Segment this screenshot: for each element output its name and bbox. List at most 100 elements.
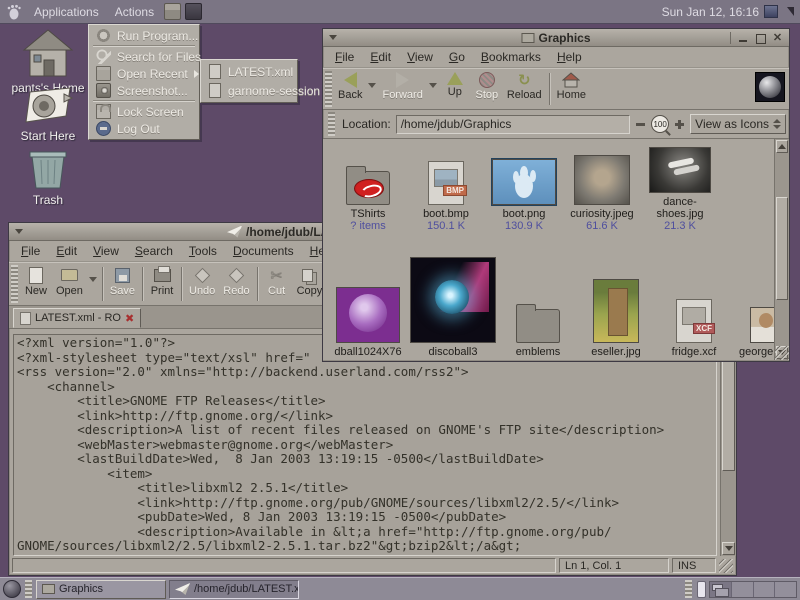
clock-applet-icon[interactable]: [764, 5, 778, 18]
location-input[interactable]: /home/jdub/Graphics: [396, 115, 630, 134]
file-item-fridge[interactable]: XCF fridge.xcf: [655, 299, 733, 358]
cut-button[interactable]: ✂Cut: [261, 263, 293, 299]
applications-menu[interactable]: Applications: [26, 3, 107, 21]
file-view[interactable]: TShirts ? items BMP boot.bmp 150.1 K boo…: [323, 139, 789, 360]
insert-mode: INS: [672, 558, 716, 573]
screenshot-launcher-icon[interactable]: [185, 3, 202, 20]
desktop-icon-trash[interactable]: Trash: [0, 148, 96, 207]
stop-button[interactable]: Stop: [471, 69, 503, 103]
up-button[interactable]: Up: [439, 69, 471, 100]
forward-button[interactable]: Forward: [378, 69, 426, 103]
zoom-in-button[interactable]: [674, 119, 685, 130]
new-button[interactable]: New: [20, 263, 52, 299]
actions-menu[interactable]: Actions: [107, 3, 162, 21]
clock[interactable]: Sun Jan 12, 16:16: [662, 5, 759, 19]
menu-documents[interactable]: Documents: [225, 242, 302, 260]
menu-item-open-recent[interactable]: Open Recent: [91, 65, 197, 82]
forward-dropdown-arrow[interactable]: [429, 83, 437, 88]
editor-scrollbar[interactable]: [720, 334, 736, 556]
file-item-curiosity[interactable]: curiosity.jpeg 61.6 K: [563, 155, 641, 232]
open-dropdown-arrow[interactable]: [89, 277, 97, 282]
view-as-stepper-icon[interactable]: [773, 119, 781, 129]
task-button-gedit[interactable]: /home/jdub/LATEST.xml: [169, 580, 299, 599]
zoom-out-button[interactable]: [635, 119, 646, 130]
tasklist-handle[interactable]: [25, 580, 32, 598]
file-item-boot-png[interactable]: boot.png 130.9 K: [485, 159, 563, 232]
text-area[interactable]: <?xml version="1.0"?> <?xml-stylesheet t…: [13, 334, 717, 556]
task-button-graphics[interactable]: Graphics: [36, 580, 166, 599]
back-button[interactable]: Back: [334, 69, 366, 103]
menu-tools[interactable]: Tools: [181, 242, 225, 260]
close-button[interactable]: ✕: [771, 32, 784, 44]
back-dropdown-arrow[interactable]: [368, 83, 376, 88]
menu-file[interactable]: File: [327, 48, 362, 66]
file-item-dball[interactable]: dball1024X76: [329, 287, 407, 358]
workspace-3[interactable]: [754, 582, 776, 597]
toolbar-handle[interactable]: [325, 71, 332, 107]
file-item-tshirts[interactable]: TShirts ? items: [329, 171, 407, 232]
menu-go[interactable]: Go: [441, 48, 473, 66]
top-panel: Applications Actions Sun Jan 12, 16:16: [0, 0, 800, 24]
workspace-4[interactable]: [775, 582, 796, 597]
pager-handle[interactable]: [685, 580, 692, 598]
menu-edit[interactable]: Edit: [48, 242, 85, 260]
submenu-item-garnome-session[interactable]: garnome-session: [203, 81, 295, 100]
open-recent-submenu: LATEST.xml garnome-session: [200, 59, 298, 103]
menu-file[interactable]: File: [13, 242, 48, 260]
file-item-discoball3[interactable]: discoball3: [407, 257, 499, 358]
window-menu-button[interactable]: [12, 226, 25, 238]
desktop-icon-home[interactable]: pants's Home: [0, 28, 96, 95]
menu-help[interactable]: Help: [549, 48, 590, 66]
save-button[interactable]: Save: [106, 263, 139, 299]
open-button[interactable]: Open: [52, 263, 87, 299]
file-item-eseller[interactable]: eseller.jpg: [577, 279, 655, 358]
menu-search[interactable]: Search: [127, 242, 181, 260]
file-item-boot-bmp[interactable]: BMP boot.bmp 150.1 K: [407, 161, 485, 232]
tab-close-icon[interactable]: ✖: [125, 312, 134, 325]
resize-grip[interactable]: [719, 559, 733, 573]
home-launcher-icon[interactable]: [164, 3, 181, 20]
submenu-item-latest-xml[interactable]: LATEST.xml: [203, 62, 295, 81]
toolbar-handle[interactable]: [11, 265, 18, 303]
undo-button[interactable]: Undo: [185, 263, 219, 299]
menu-item-lock-screen[interactable]: Lock Screen: [91, 103, 197, 120]
redo-button[interactable]: Redo: [219, 263, 253, 299]
run-program-icon: [96, 28, 111, 43]
scrollbar-thumb[interactable]: [722, 349, 735, 471]
file-item-emblems[interactable]: emblems: [499, 309, 577, 358]
scrollbar-thumb[interactable]: [776, 197, 788, 300]
zoom-level-indicator[interactable]: 100: [651, 115, 669, 133]
file-manager-titlebar[interactable]: Graphics ✕: [323, 29, 789, 47]
locationbar-handle[interactable]: [328, 112, 335, 136]
code-line: <webMaster>webmaster@gnome.org</webMaste…: [17, 438, 716, 453]
redo-icon: [227, 266, 245, 284]
file-item-dance-shoes[interactable]: dance-shoes.jpg 21.3 K: [641, 147, 719, 232]
pager-applet-icon[interactable]: [697, 581, 706, 598]
menu-item-search-for-files[interactable]: Search for Files...: [91, 48, 197, 65]
reload-button[interactable]: ↻Reload: [503, 69, 546, 103]
maximize-button[interactable]: [754, 32, 767, 44]
desktop-icon-start-here[interactable]: Start Here: [0, 86, 96, 143]
taskbar-applet-icon[interactable]: [3, 580, 21, 598]
file-view-scrollbar[interactable]: [774, 139, 789, 360]
resize-grip[interactable]: [775, 346, 789, 360]
panel-hide-arrow-icon[interactable]: [787, 7, 794, 16]
menu-bookmarks[interactable]: Bookmarks: [473, 48, 549, 66]
menu-item-run-program[interactable]: Run Program...: [91, 27, 197, 44]
document-tab[interactable]: LATEST.xml - RO ✖: [13, 308, 141, 328]
menu-item-log-out[interactable]: Log Out: [91, 120, 197, 137]
scroll-up-arrow[interactable]: [776, 140, 788, 153]
menu-view[interactable]: View: [85, 242, 127, 260]
print-button[interactable]: Print: [146, 263, 178, 299]
menu-view[interactable]: View: [399, 48, 441, 66]
menu-edit[interactable]: Edit: [362, 48, 399, 66]
scroll-down-arrow[interactable]: [722, 542, 735, 555]
workspace-switcher[interactable]: [709, 581, 797, 598]
menu-item-screenshot[interactable]: Screenshot...: [91, 82, 197, 99]
window-menu-button[interactable]: [326, 32, 339, 44]
minimize-button[interactable]: [737, 32, 750, 44]
view-as-dropdown[interactable]: View as Icons: [690, 114, 786, 134]
workspace-2[interactable]: [732, 582, 754, 597]
workspace-1[interactable]: [710, 582, 732, 597]
home-button[interactable]: Home: [553, 69, 590, 103]
